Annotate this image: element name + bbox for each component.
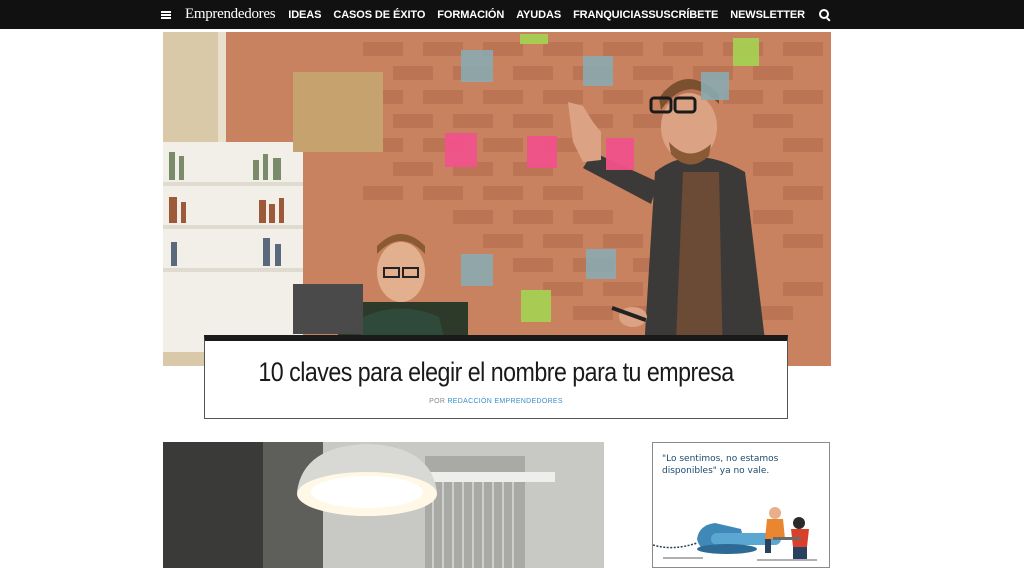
article-byline: POR REDACCIÓN EMPRENDEDORES	[205, 398, 787, 405]
nav-link-formacion[interactable]: FORMACIÓN	[437, 9, 504, 21]
nav-link-ayudas[interactable]: AYUDAS	[516, 9, 561, 21]
hero-image[interactable]	[163, 32, 831, 366]
nav-left: Emprendedores IDEAS CASOS DE ÉXITO FORMA…	[161, 0, 660, 29]
nav-right: SUSCRÍBETE NEWSLETTER	[636, 0, 831, 29]
nav-link-casos-de-exito[interactable]: CASOS DE ÉXITO	[333, 9, 425, 21]
author-link[interactable]: REDACCIÓN EMPRENDEDORES	[447, 398, 562, 405]
hamburger-menu-icon[interactable]	[161, 10, 171, 19]
search-icon[interactable]	[819, 8, 831, 22]
article-headline-card: 10 claves para elegir el nombre para tu …	[204, 335, 788, 419]
secondary-article-image[interactable]	[163, 442, 604, 568]
newsletter-link[interactable]: NEWSLETTER	[730, 9, 805, 21]
subscribe-link[interactable]: SUSCRÍBETE	[648, 9, 718, 21]
byline-prefix: POR	[429, 398, 446, 405]
ad-text: "Lo sentimos, no estamos disponibles" ya…	[662, 454, 779, 476]
advertisement-box[interactable]: "Lo sentimos, no estamos disponibles" ya…	[652, 442, 830, 568]
ad-illustration	[653, 507, 817, 561]
hero-illustration	[163, 32, 831, 366]
article-title[interactable]: 10 claves para elegir el nombre para tu …	[246, 357, 747, 388]
lamp-illustration	[163, 442, 604, 568]
top-navbar: Emprendedores IDEAS CASOS DE ÉXITO FORMA…	[0, 0, 1024, 29]
nav-link-ideas[interactable]: IDEAS	[288, 9, 321, 21]
site-logo[interactable]: Emprendedores	[185, 6, 276, 23]
